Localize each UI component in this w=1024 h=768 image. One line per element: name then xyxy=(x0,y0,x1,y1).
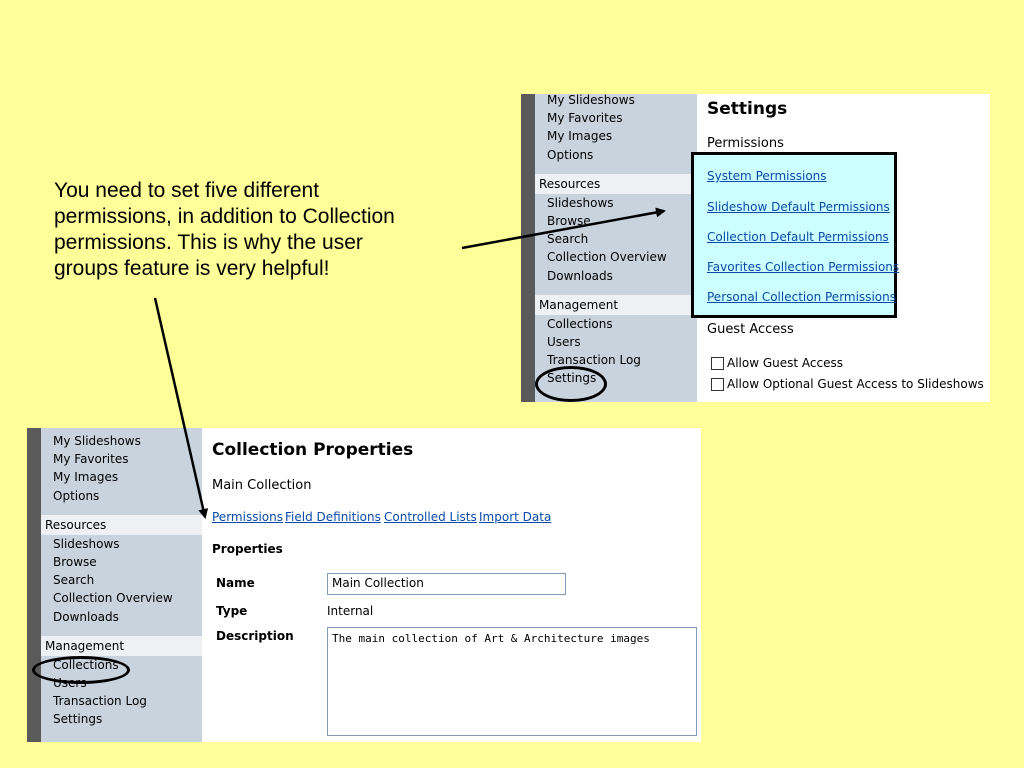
arrow-to-permissions xyxy=(461,207,666,250)
arrow-to-collection-permissions xyxy=(153,297,209,519)
annotation-arrows xyxy=(153,207,666,519)
